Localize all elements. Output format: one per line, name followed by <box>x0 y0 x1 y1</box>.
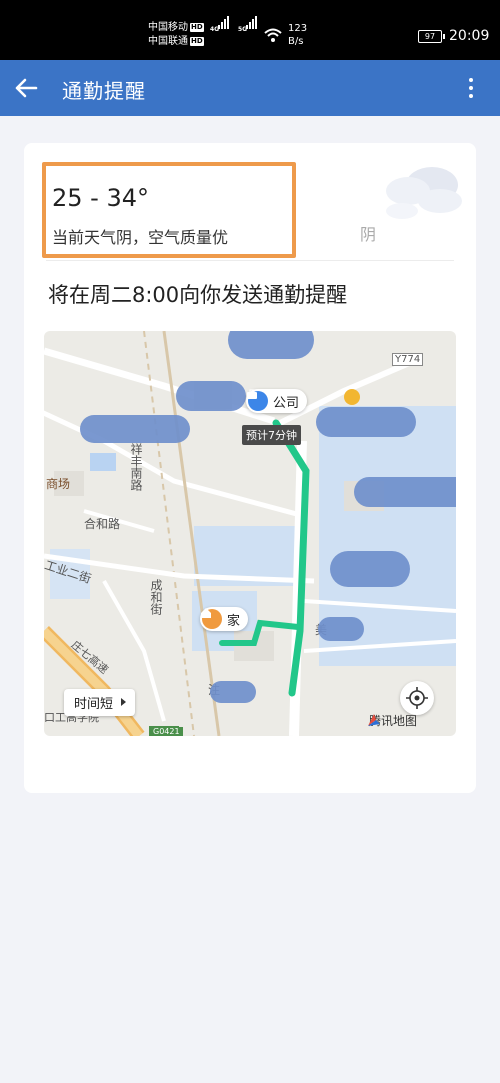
status-bar: 中国移动 HD 中国联通 HD 4G 5G 123 B/s 97 20:09 <box>0 0 500 60</box>
home-marker[interactable]: 家 <box>200 607 249 631</box>
route-option-button[interactable]: 时间短 <box>64 689 136 716</box>
hd-badge: HD <box>190 22 204 32</box>
divider <box>46 260 454 261</box>
redacted-area <box>316 407 416 437</box>
redacted-area <box>80 415 190 443</box>
eta-label: 预计7分钟 <box>242 425 301 445</box>
app-bar: 通勤提醒 <box>0 60 500 116</box>
route-map[interactable]: Y774 商场 祥丰南路 合和路 工业二街 成和街 庄七高速 美 注 口工高学院… <box>44 331 456 736</box>
water-area <box>90 453 116 471</box>
road-label: 祥丰南路 <box>129 443 143 491</box>
road-label: 合和路 <box>84 517 121 531</box>
redacted-area <box>210 681 256 703</box>
briefcase-icon <box>247 389 268 411</box>
clock: 20:09 <box>449 28 490 44</box>
more-menu-icon[interactable] <box>466 76 476 100</box>
back-arrow-icon[interactable] <box>12 74 40 102</box>
weather-summary: 25 - 34° 当前天气阴，空气质量优 <box>42 162 296 258</box>
hd-badge: HD <box>190 36 204 46</box>
cloud-icon <box>386 167 462 219</box>
home-icon <box>201 608 222 629</box>
redacted-area <box>228 331 314 359</box>
reminder-text: 将在周二8:00向你发送通勤提醒 <box>48 283 348 307</box>
carrier-info: 中国移动 HD 中国联通 HD <box>148 21 204 49</box>
redacted-area <box>330 551 410 587</box>
road-label: 商场 <box>46 477 71 491</box>
battery-icon: 97 <box>418 30 445 43</box>
home-label: 家 <box>227 613 241 629</box>
target-icon <box>406 687 428 709</box>
page-title: 通勤提醒 <box>62 79 146 103</box>
road-label: G0421 <box>150 727 183 736</box>
redacted-area <box>318 617 364 641</box>
commute-card: 25 - 34° 当前天气阴，空气质量优 阴 将在周二8:00向你发送通勤提醒 <box>24 143 476 793</box>
company-marker[interactable]: 公司 <box>246 389 308 413</box>
carrier-1: 中国移动 <box>148 22 188 33</box>
temperature-range: 25 - 34° <box>52 184 149 212</box>
weather-description: 当前天气阴，空气质量优 <box>52 228 229 247</box>
poi-bag-icon <box>344 389 360 405</box>
tencent-map-icon <box>368 714 380 726</box>
road-label: Y774 <box>392 353 424 366</box>
carrier-2: 中国联通 <box>148 36 188 47</box>
network-speed: 123 B/s <box>288 23 308 47</box>
company-label: 公司 <box>273 395 300 411</box>
map-provider-logo: 腾讯地图 <box>366 712 417 729</box>
locate-button[interactable] <box>400 681 434 715</box>
wifi-icon <box>264 28 282 42</box>
weather-condition: 阴 <box>360 225 377 244</box>
redacted-area <box>176 381 246 411</box>
road-label: 成和街 <box>149 579 163 615</box>
redacted-area <box>354 477 456 507</box>
